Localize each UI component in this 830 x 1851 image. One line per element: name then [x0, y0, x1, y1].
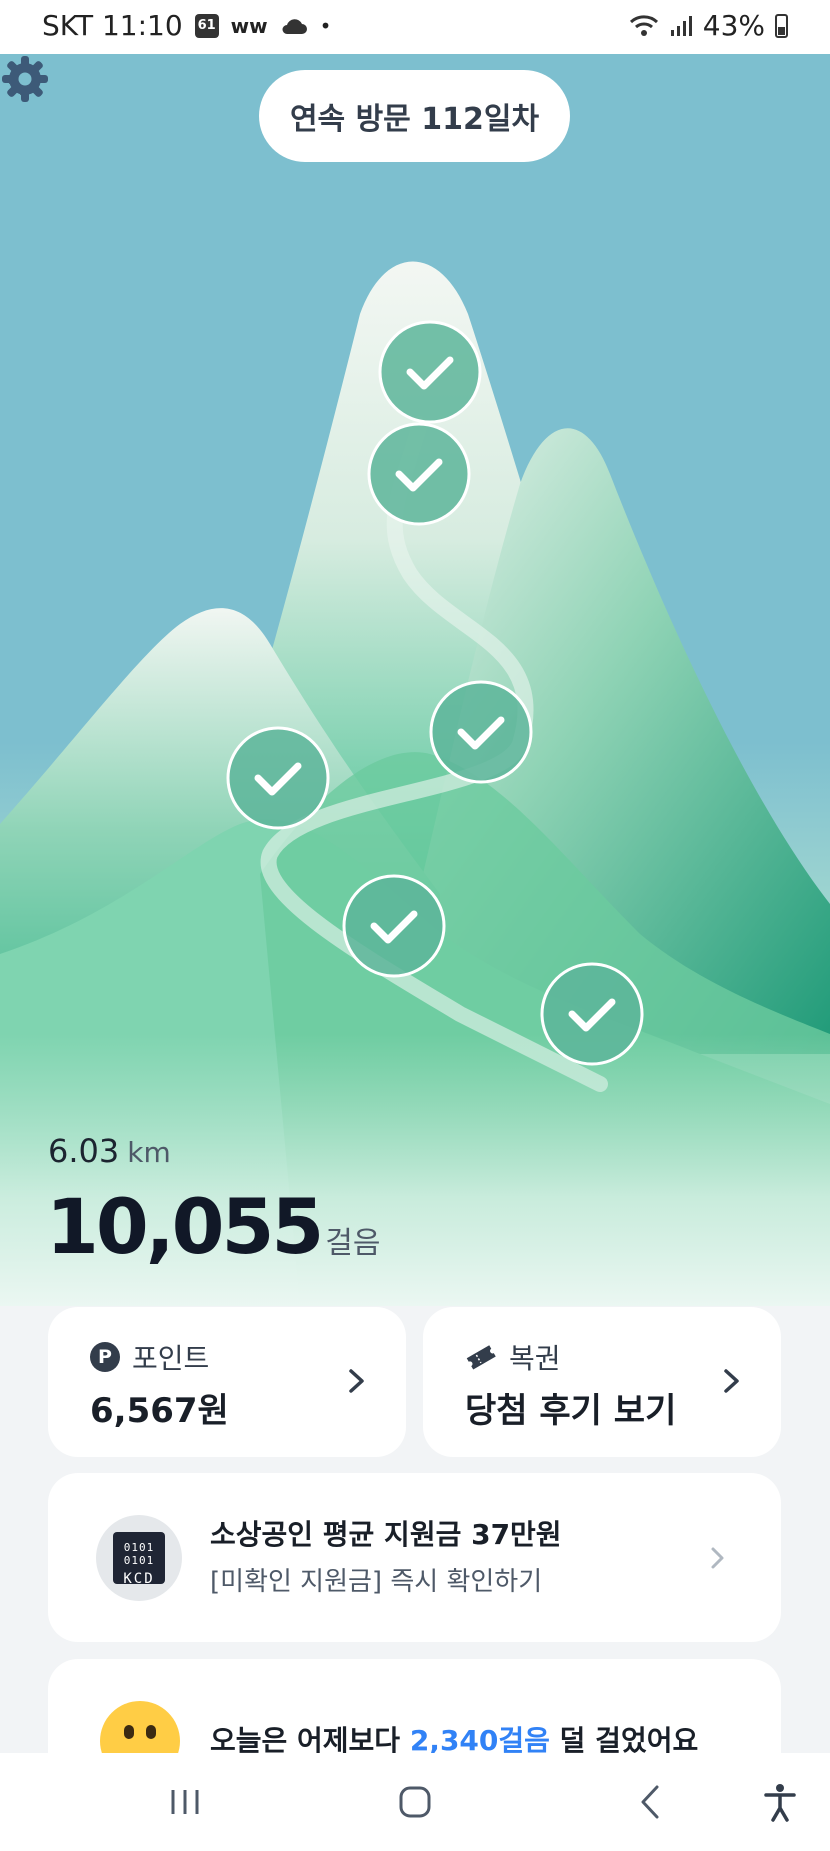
checkpoint-6: [540, 962, 644, 1066]
ticket-icon: [466, 1345, 496, 1370]
checkpoint-1: [378, 320, 482, 424]
lottery-label: 복권: [509, 1342, 561, 1375]
subsidy-ad-card[interactable]: 0101 0101 KCD 소상공인 평균 지원금 37만원 [미확인 지원금]…: [48, 1473, 781, 1642]
point-value: 6,567원: [90, 1391, 229, 1431]
home-button[interactable]: [370, 1753, 460, 1851]
point-label: 포인트: [132, 1342, 210, 1375]
distance-readout: 6.03 km: [48, 1132, 171, 1170]
checkpoint-4: [226, 726, 330, 830]
kcd-logo-text: KCD: [123, 1571, 155, 1587]
checkpoint-3: [429, 680, 533, 784]
battery-percent: 43%: [702, 9, 765, 42]
steps-unit: 걸음: [325, 1226, 381, 1261]
steps-value: 10,055: [46, 1182, 324, 1271]
accessibility-button[interactable]: [740, 1753, 820, 1851]
accessibility-icon: [764, 1784, 796, 1822]
steps-readout: 10,055 걸음: [46, 1189, 380, 1265]
back-nav-button[interactable]: [605, 1753, 695, 1851]
wifi-icon: [629, 14, 658, 36]
app-notification-icon: 61: [194, 13, 219, 38]
kcd-logo: 0101 0101 KCD: [96, 1515, 182, 1601]
system-nav-bar: [0, 1753, 830, 1851]
point-label-row: P 포인트: [90, 1337, 209, 1377]
point-card[interactable]: P 포인트 6,567원: [48, 1307, 406, 1457]
distance-value: 6.03: [48, 1132, 120, 1170]
lottery-value: 당첨 후기 보기: [465, 1391, 677, 1431]
p-coin-icon: P: [90, 1342, 120, 1372]
checkpoint-2: [367, 422, 471, 526]
status-time: SKT 11:10: [42, 9, 183, 42]
distance-unit: km: [127, 1136, 171, 1169]
chevron-right-icon: [349, 1369, 364, 1393]
recents-button[interactable]: [140, 1753, 230, 1851]
checkpoint-5: [342, 874, 446, 978]
back-chevron-icon: [641, 1785, 659, 1819]
ad-title: 소상공인 평균 지원금 37만원: [210, 1518, 562, 1551]
more-notifications-dot: •: [319, 13, 332, 38]
mountain-illustration: [0, 261, 830, 1306]
gear-icon[interactable]: [0, 54, 50, 104]
lottery-card[interactable]: 복권 당첨 후기 보기: [423, 1307, 781, 1457]
lottery-label-row: 복권: [465, 1337, 561, 1377]
streak-badge: 연속 방문 112일차: [259, 70, 570, 162]
ad-subtitle: [미확인 지원금] 즉시 확인하기: [210, 1567, 543, 1597]
status-bar: SKT 11:10 61 ᴡᴡ • 43%: [0, 0, 830, 54]
chevron-right-icon: [711, 1547, 724, 1569]
kcd-logo-bits: 0101 0101: [123, 1541, 155, 1567]
home-icon: [399, 1786, 431, 1818]
battery-icon: [775, 13, 788, 38]
mountain-hero: 연속 방문 112일차 6.03 km 10,055 걸음: [0, 54, 830, 1306]
chevron-right-icon: [724, 1369, 739, 1393]
notification-icon: ᴡᴡ: [230, 13, 268, 38]
signal-icon: [670, 15, 692, 36]
recents-icon: [171, 1790, 199, 1814]
cloud-icon: [282, 18, 307, 34]
